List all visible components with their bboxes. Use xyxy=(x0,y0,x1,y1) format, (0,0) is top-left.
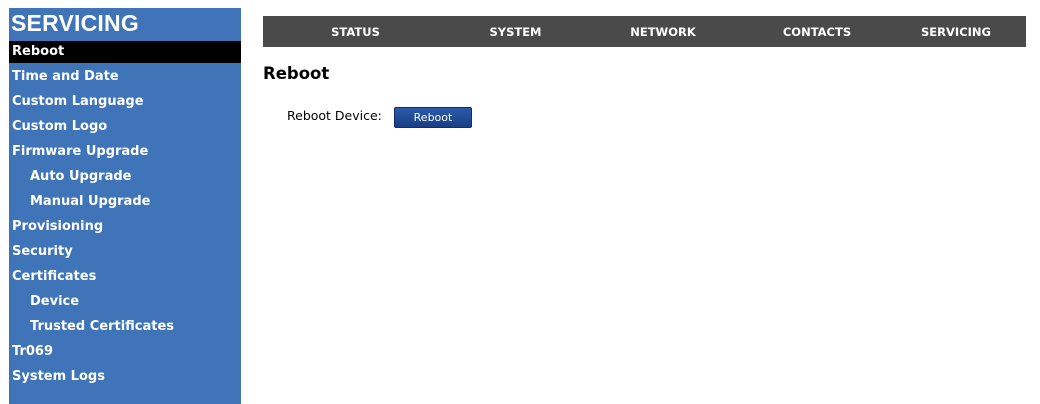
sidebar-item-custom-logo[interactable]: Custom Logo xyxy=(9,114,241,139)
reboot-device-label: Reboot Device: xyxy=(287,108,382,123)
sidebar-item-reboot[interactable]: Reboot xyxy=(9,41,241,63)
sidebar-item-device[interactable]: Device xyxy=(9,289,241,314)
tab-status[interactable]: STATUS xyxy=(263,25,448,39)
web-ui-frame: SERVICING Reboot Time and Date Custom La… xyxy=(0,0,1040,404)
sidebar-title: SERVICING xyxy=(11,10,139,36)
tab-servicing[interactable]: SERVICING xyxy=(891,25,1021,39)
sidebar-item-firmware-upgrade[interactable]: Firmware Upgrade xyxy=(9,139,241,164)
sidebar-item-trusted-certificates[interactable]: Trusted Certificates xyxy=(9,314,241,339)
tab-contacts[interactable]: CONTACTS xyxy=(743,25,891,39)
sidebar-item-certificates[interactable]: Certificates xyxy=(9,264,241,289)
sidebar-item-provisioning[interactable]: Provisioning xyxy=(9,214,241,239)
sidebar-item-time-and-date[interactable]: Time and Date xyxy=(9,64,241,89)
sidebar-item-custom-language[interactable]: Custom Language xyxy=(9,89,241,114)
sidebar-item-system-logs[interactable]: System Logs xyxy=(9,364,241,389)
tab-network[interactable]: NETWORK xyxy=(583,25,743,39)
page-title: Reboot xyxy=(263,64,330,83)
top-navigation-bar: STATUS SYSTEM NETWORK CONTACTS SERVICING xyxy=(263,16,1026,47)
reboot-button[interactable]: Reboot xyxy=(394,107,472,128)
sidebar-item-security[interactable]: Security xyxy=(9,239,241,264)
sidebar: SERVICING Reboot Time and Date Custom La… xyxy=(9,8,241,404)
tab-system[interactable]: SYSTEM xyxy=(448,25,583,39)
sidebar-item-auto-upgrade[interactable]: Auto Upgrade xyxy=(9,164,241,189)
sidebar-item-manual-upgrade[interactable]: Manual Upgrade xyxy=(9,189,241,214)
sidebar-item-tr069[interactable]: Tr069 xyxy=(9,339,241,364)
